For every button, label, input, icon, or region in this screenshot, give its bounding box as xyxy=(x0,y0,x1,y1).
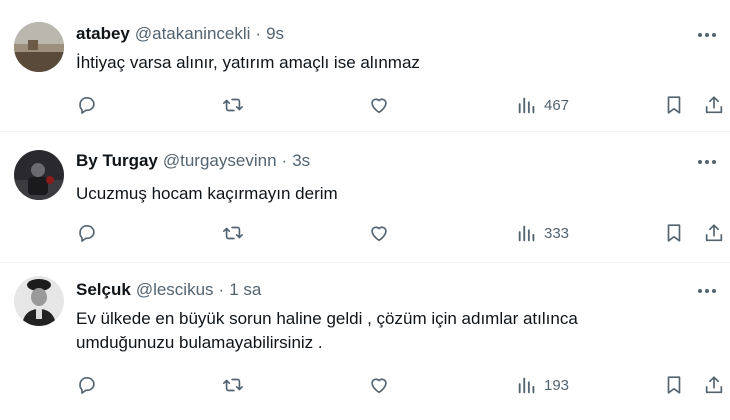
heart-icon xyxy=(371,378,387,394)
views-button[interactable]: 193 xyxy=(516,374,569,396)
share-icon xyxy=(705,96,723,114)
bookmark-icon xyxy=(667,376,681,394)
divider xyxy=(0,131,730,132)
bookmark-button[interactable] xyxy=(663,374,685,396)
views-count: 193 xyxy=(544,376,570,394)
author-handle[interactable]: @turgaysevinn xyxy=(163,151,277,171)
reply-icon xyxy=(79,377,95,394)
retweet-icon xyxy=(223,378,243,392)
divider xyxy=(0,262,730,263)
author-handle[interactable]: @atakanincekli xyxy=(135,24,251,44)
like-button[interactable] xyxy=(368,222,390,244)
retweet-button[interactable] xyxy=(222,94,244,116)
timestamp[interactable]: 9s xyxy=(266,24,284,44)
author-handle[interactable]: @lescikus xyxy=(136,280,214,300)
tweet[interactable]: Selçuk @lescikus · 1 sa Ev ülkede en büy… xyxy=(0,264,730,420)
share-button[interactable] xyxy=(703,94,725,116)
author-name[interactable]: Selçuk xyxy=(76,280,131,300)
reply-icon xyxy=(79,225,95,242)
views-count: 333 xyxy=(544,224,570,242)
more-options-icon[interactable] xyxy=(694,25,720,45)
views-icon xyxy=(518,377,535,394)
share-icon xyxy=(705,224,723,242)
avatar[interactable] xyxy=(14,22,64,72)
bookmark-button[interactable] xyxy=(663,94,685,116)
reply-icon xyxy=(79,97,95,114)
retweet-button[interactable] xyxy=(222,222,244,244)
views-button[interactable]: 467 xyxy=(516,94,569,116)
author-name[interactable]: By Turgay xyxy=(76,151,158,171)
timestamp[interactable]: 3s xyxy=(292,151,310,171)
tweet-text: Ucuzmuş hocam kaçırmayın derim xyxy=(76,184,338,203)
views-icon xyxy=(518,225,535,242)
share-button[interactable] xyxy=(703,374,725,396)
heart-icon xyxy=(371,98,387,114)
action-bar: 193 xyxy=(0,374,730,398)
avatar[interactable] xyxy=(14,276,64,326)
like-button[interactable] xyxy=(368,94,390,116)
share-button[interactable] xyxy=(703,222,725,244)
author-name[interactable]: atabey xyxy=(76,24,130,44)
views-count: 467 xyxy=(544,96,570,114)
more-options-icon[interactable] xyxy=(694,152,720,172)
separator-dot: · xyxy=(218,280,225,299)
separator-dot: · xyxy=(281,151,288,170)
tweet[interactable]: By Turgay @turgaysevinn · 3s Ucuzmuş hoc… xyxy=(0,133,730,263)
action-bar: 467 xyxy=(0,94,730,118)
tweet-text: İhtiyaç varsa alınır, yatırım amaçlı ise… xyxy=(76,53,420,72)
reply-button[interactable] xyxy=(76,222,98,244)
reply-button[interactable] xyxy=(76,374,98,396)
views-icon xyxy=(518,97,535,114)
views-button[interactable]: 333 xyxy=(516,222,569,244)
bookmark-button[interactable] xyxy=(663,222,685,244)
bookmark-icon xyxy=(667,224,681,242)
timestamp[interactable]: 1 sa xyxy=(229,280,261,300)
avatar[interactable] xyxy=(14,150,64,200)
retweet-button[interactable] xyxy=(222,374,244,396)
heart-icon xyxy=(371,226,387,242)
separator-dot: · xyxy=(255,24,262,43)
tweet[interactable]: atabey @atakanincekli · 9s İhtiyaç varsa… xyxy=(0,0,730,132)
bookmark-icon xyxy=(667,96,681,114)
more-options-icon[interactable] xyxy=(694,281,720,301)
share-icon xyxy=(705,376,723,394)
reply-button[interactable] xyxy=(76,94,98,116)
action-bar: 333 xyxy=(0,222,730,246)
tweet-text: Ev ülkede en büyük sorun haline geldi , … xyxy=(76,309,578,352)
like-button[interactable] xyxy=(368,374,390,396)
retweet-icon xyxy=(223,226,243,240)
retweet-icon xyxy=(223,98,243,112)
